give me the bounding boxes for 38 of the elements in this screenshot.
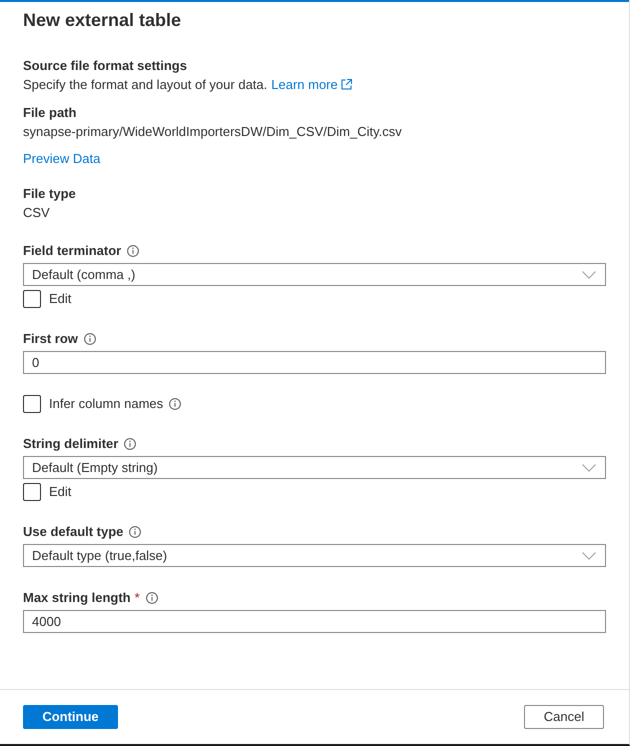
info-icon[interactable] bbox=[169, 398, 182, 410]
required-mark: * bbox=[134, 589, 140, 607]
checkbox[interactable] bbox=[23, 395, 41, 413]
chevron-down-icon bbox=[582, 552, 596, 560]
text-input[interactable]: 0 bbox=[23, 351, 606, 374]
description-text: Specify the format and layout of your data. Learn more bbox=[23, 75, 352, 94]
field-label: File type bbox=[23, 185, 76, 203]
dropdown[interactable]: Default (comma ,) bbox=[23, 263, 606, 286]
info-icon[interactable] bbox=[127, 244, 140, 256]
chevron-down-icon bbox=[582, 270, 596, 278]
info-icon[interactable] bbox=[84, 332, 96, 344]
field-label: Use default type bbox=[23, 523, 124, 541]
info-icon[interactable] bbox=[146, 592, 158, 604]
continue-button[interactable]: Continue bbox=[23, 705, 118, 729]
checkbox[interactable] bbox=[23, 483, 41, 501]
preview-data-link[interactable]: Preview Data bbox=[23, 149, 100, 168]
cancel-button[interactable]: Cancel bbox=[524, 705, 604, 729]
field-label: Max string length bbox=[23, 589, 131, 607]
checkbox[interactable] bbox=[23, 290, 41, 308]
chevron-down-icon bbox=[582, 464, 596, 472]
learn-more-link[interactable]: Learn more bbox=[271, 75, 352, 94]
checkbox-label: Edit bbox=[49, 483, 72, 501]
dropdown[interactable]: Default type (true,false) bbox=[23, 544, 606, 567]
section-heading: Source file format settings bbox=[23, 57, 187, 75]
checkbox-label: Infer column names bbox=[49, 395, 164, 413]
info-icon[interactable] bbox=[129, 526, 142, 538]
field-label: Field terminator bbox=[23, 242, 122, 260]
file-path-value: synapse-primary/WideWorldImportersDW/Dim_CSV/Dim_City.csv bbox=[23, 123, 402, 141]
field-label: First row bbox=[23, 330, 78, 348]
field-label: File path bbox=[23, 104, 76, 122]
info-icon[interactable] bbox=[124, 438, 136, 450]
checkbox-label: Edit bbox=[49, 290, 72, 308]
file-type-value: CSV bbox=[23, 204, 50, 222]
field-label: String delimiter bbox=[23, 435, 118, 453]
external-link-icon bbox=[340, 79, 352, 90]
text-input[interactable]: 4000 bbox=[23, 610, 606, 633]
dropdown[interactable]: Default (Empty string) bbox=[23, 456, 606, 479]
panel-title: New external table bbox=[23, 9, 182, 32]
